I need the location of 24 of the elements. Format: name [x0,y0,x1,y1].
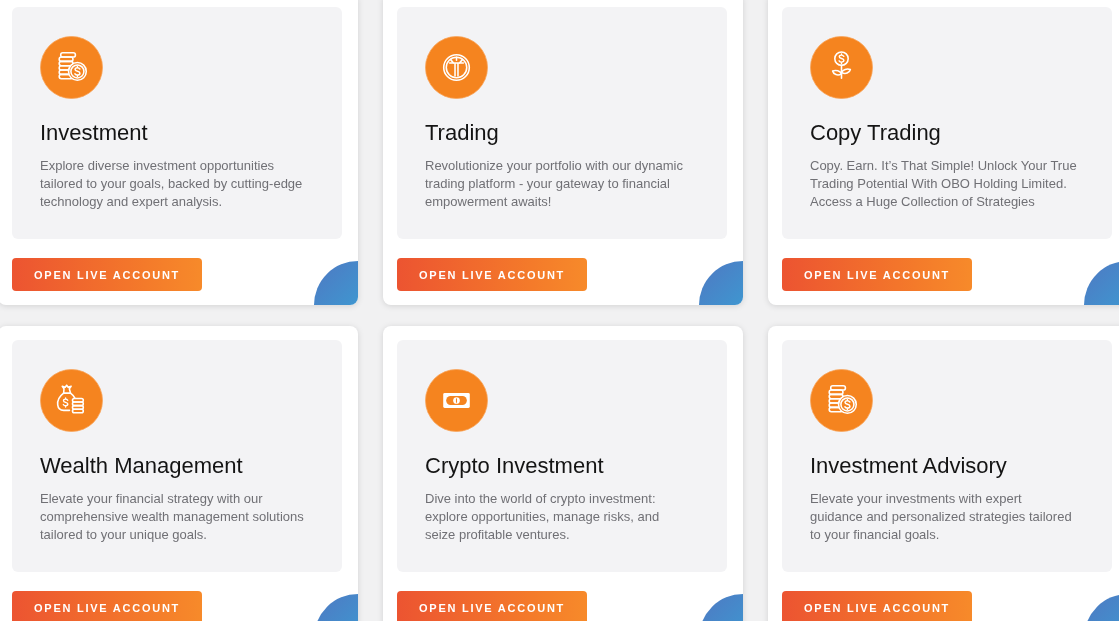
open-live-account-button[interactable]: OPEN LIVE ACCOUNT [782,258,972,291]
open-live-account-button[interactable]: OPEN LIVE ACCOUNT [782,591,972,621]
money-plant-icon [810,36,873,99]
card-description: Elevate your financial strategy with our comprehensive wealth management solutions tailored to your unique goals. [40,490,305,544]
card-description: Revolutionize your portfolio with our dynamic trading platform - your gateway to financial empowerment awaits! [425,157,684,211]
card-description: Copy. Earn. It’s That Simple! Unlock Your True Trading Potential With OBO Holding Limited. Access a Huge Collection of Strategies [810,157,1078,211]
card-title: Wealth Management [40,453,243,479]
card-title: Investment [40,120,148,146]
card-description: Explore diverse investment opportunities tailored to your goals, backed by cutting-edge technology and expert analysis. [40,157,304,211]
card-description: Dive into the world of crypto investment: explore opportunities, manage risks, and seize profitable ventures. [425,490,661,544]
open-live-account-button[interactable]: OPEN LIVE ACCOUNT [397,591,587,621]
card-description: Elevate your investments with expert guidance and personalized strategies tailored to your financial goals. [810,490,1073,544]
open-live-account-button[interactable]: OPEN LIVE ACCOUNT [12,591,202,621]
card-title: Copy Trading [810,120,941,146]
card-title: Investment Advisory [810,453,1007,479]
coins-dollar-icon [40,36,103,99]
card-title: Trading [425,120,499,146]
open-live-account-button[interactable]: OPEN LIVE ACCOUNT [397,258,587,291]
t-coin-icon [425,36,488,99]
money-bag-icon [40,369,103,432]
banknote-icon [425,369,488,432]
coins-dollar-icon [810,369,873,432]
card-title: Crypto Investment [425,453,604,479]
open-live-account-button[interactable]: OPEN LIVE ACCOUNT [12,258,202,291]
